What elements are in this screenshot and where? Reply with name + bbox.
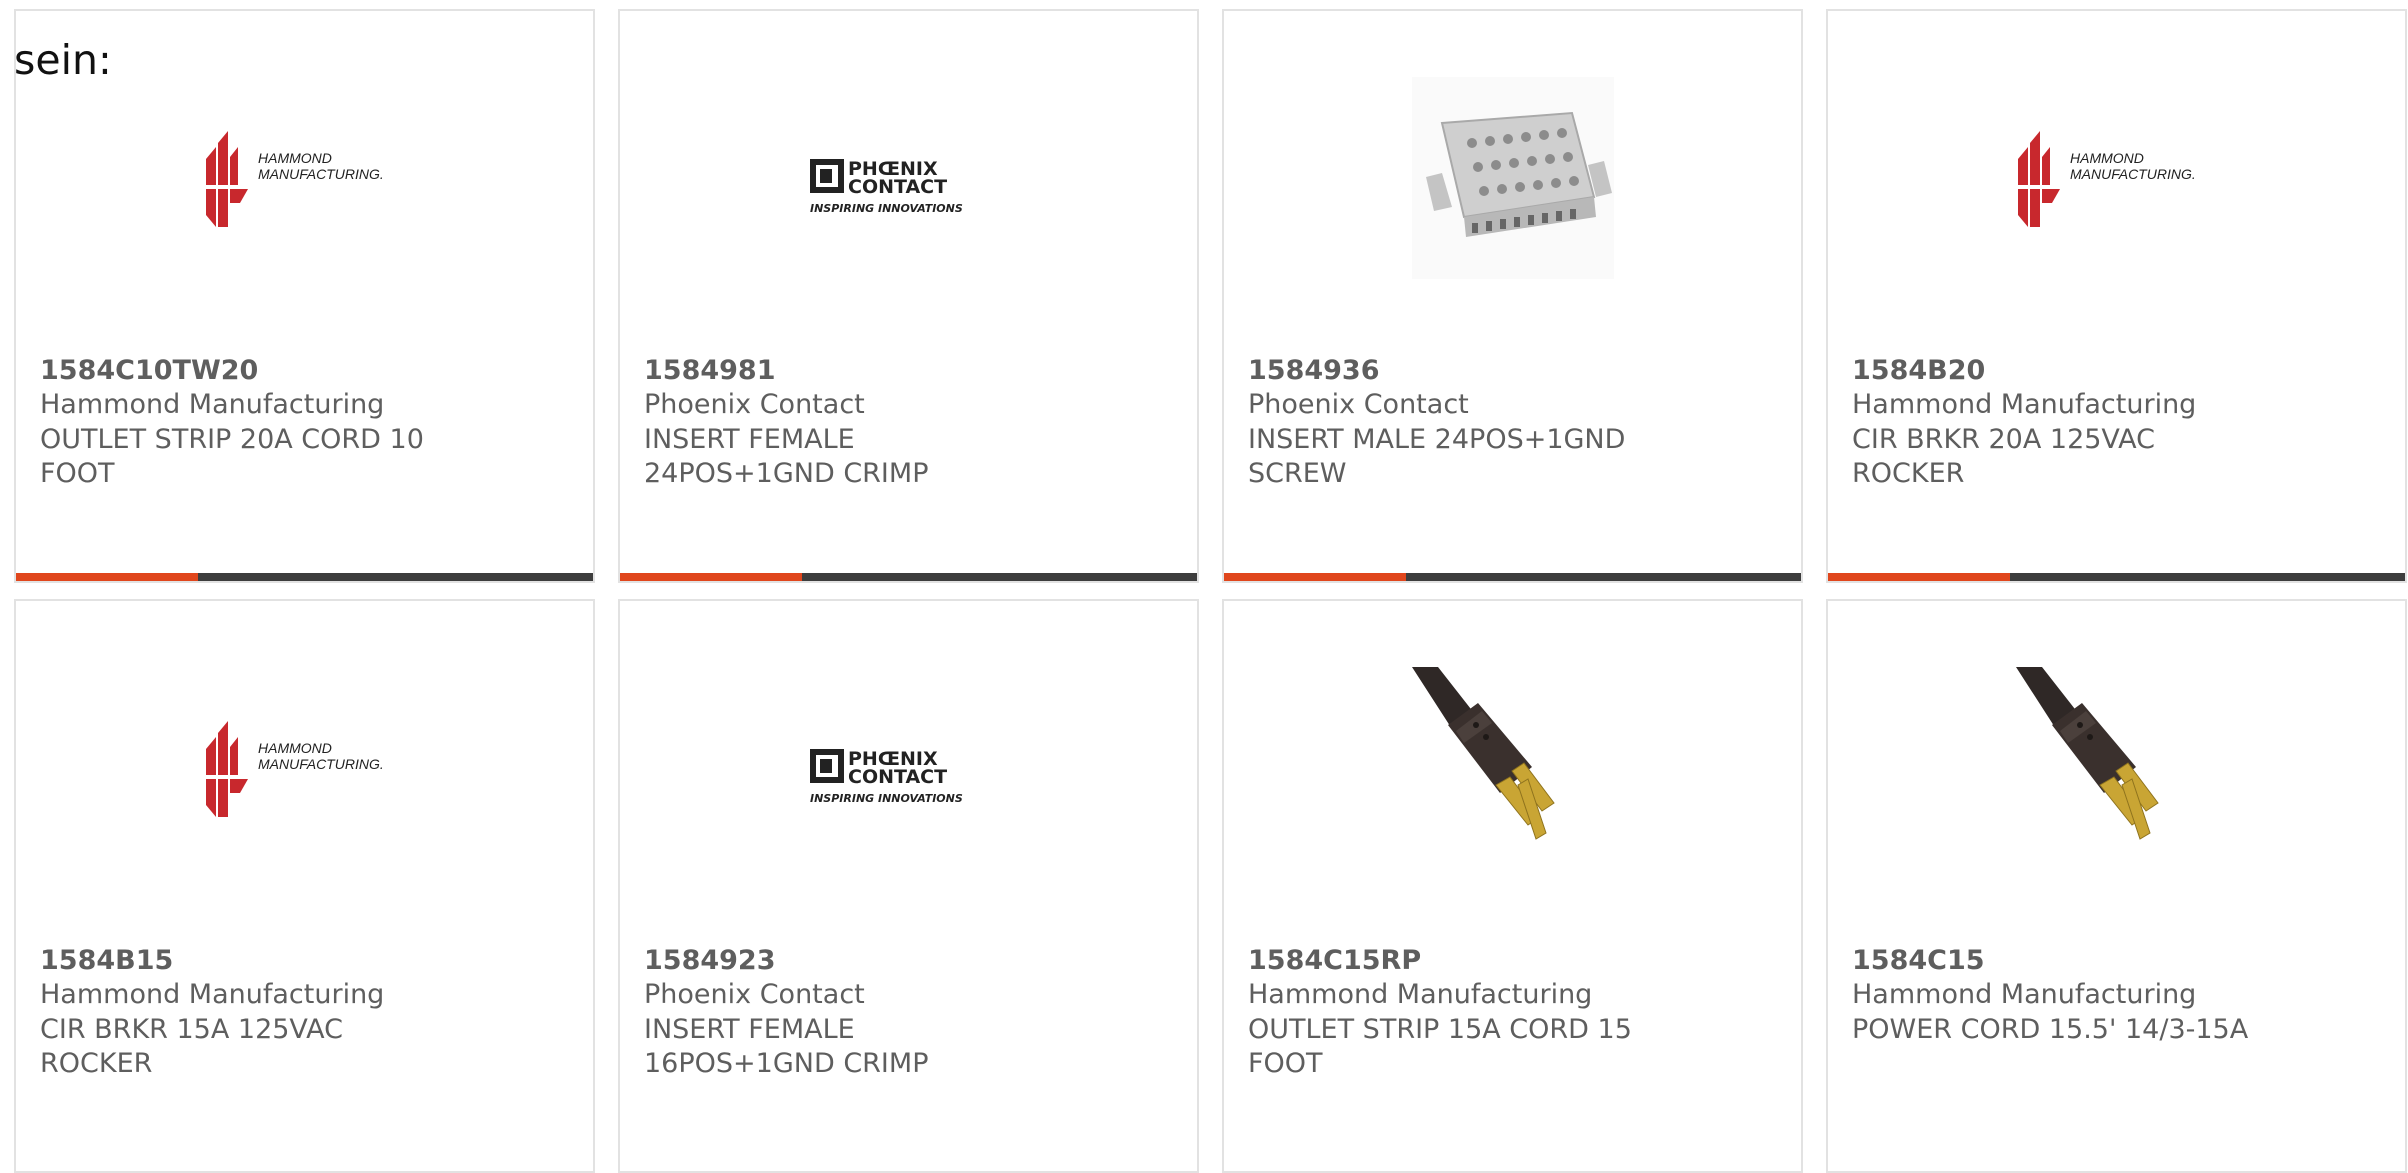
part-number: 1584981 — [644, 355, 776, 386]
card-accent-bar — [16, 573, 593, 581]
part-number: 1584C10TW20 — [40, 355, 259, 386]
svg-text:HAMMOND: HAMMOND — [258, 150, 332, 166]
svg-text:MANUFACTURING.: MANUFACTURING. — [258, 166, 384, 182]
product-card[interactable]: HAMMOND MANUFACTURING. 1584B20 Hammond M… — [1826, 9, 2407, 583]
description: OUTLET STRIP 15A CORD 15 FOOT — [1248, 1014, 1632, 1079]
connector-insert-photo-icon — [1411, 77, 1614, 279]
description: INSERT MALE 24POS+1GND SCREW — [1248, 424, 1626, 489]
card-accent-bar — [1224, 573, 1801, 581]
product-grid: HAMMOND MANUFACTURING. 1584C10TW20 Hammo… — [14, 9, 2407, 1173]
part-number: 1584C15 — [1852, 945, 1985, 976]
manufacturer: Phoenix Contact — [1248, 389, 1469, 420]
manufacturer: Hammond Manufacturing — [40, 979, 385, 1010]
svg-text:MANUFACTURING.: MANUFACTURING. — [2070, 166, 2196, 182]
description: INSERT FEMALE 16POS+1GND CRIMP — [644, 1014, 929, 1079]
manufacturer: Phoenix Contact — [644, 389, 865, 420]
phoenix-contact-logo-icon: PHŒNIX CONTACT INSPIRING INNOVATIONS — [808, 77, 1010, 279]
card-accent-bar — [1828, 573, 2405, 581]
svg-text:INSPIRING INNOVATIONS: INSPIRING INNOVATIONS — [810, 202, 963, 215]
svg-text:MANUFACTURING.: MANUFACTURING. — [258, 756, 384, 772]
description: INSERT FEMALE 24POS+1GND CRIMP — [644, 424, 929, 489]
svg-text:CONTACT: CONTACT — [848, 766, 947, 788]
phoenix-contact-logo-icon: PHŒNIX CONTACT INSPIRING INNOVATIONS — [808, 667, 1010, 869]
part-number: 1584B15 — [40, 945, 174, 976]
product-card[interactable]: HAMMOND MANUFACTURING. 1584B15 Hammond M… — [14, 599, 595, 1173]
svg-text:CONTACT: CONTACT — [848, 176, 947, 198]
manufacturer: Phoenix Contact — [644, 979, 865, 1010]
hammond-logo-icon: HAMMOND MANUFACTURING. — [204, 77, 406, 279]
svg-text:HAMMOND: HAMMOND — [258, 740, 332, 756]
product-card[interactable]: HAMMOND MANUFACTURING. 1584C10TW20 Hammo… — [14, 9, 595, 583]
manufacturer: Hammond Manufacturing — [1852, 979, 2197, 1010]
card-accent-bar — [620, 573, 1197, 581]
svg-text:HAMMOND: HAMMOND — [2070, 150, 2144, 166]
part-number: 1584C15RP — [1248, 945, 1422, 976]
manufacturer: Hammond Manufacturing — [1248, 979, 1593, 1010]
hammond-logo-icon: HAMMOND MANUFACTURING. — [2016, 77, 2218, 279]
description: CIR BRKR 20A 125VAC ROCKER — [1852, 424, 2156, 489]
description: OUTLET STRIP 20A CORD 10 FOOT — [40, 424, 424, 489]
svg-text:INSPIRING INNOVATIONS: INSPIRING INNOVATIONS — [810, 792, 963, 805]
manufacturer: Hammond Manufacturing — [1852, 389, 2197, 420]
product-card[interactable]: 1584C15 Hammond Manufacturing POWER CORD… — [1826, 599, 2407, 1173]
lead-text: sein: — [14, 36, 112, 84]
product-card[interactable]: 1584936 Phoenix Contact INSERT MALE 24PO… — [1222, 9, 1803, 583]
part-number: 1584923 — [644, 945, 776, 976]
power-plug-photo-icon — [1411, 667, 1614, 869]
description: CIR BRKR 15A 125VAC ROCKER — [40, 1014, 344, 1079]
product-card[interactable]: 1584C15RP Hammond Manufacturing OUTLET S… — [1222, 599, 1803, 1173]
power-plug-photo-icon — [2015, 667, 2218, 869]
part-number: 1584B20 — [1852, 355, 1986, 386]
hammond-logo-icon: HAMMOND MANUFACTURING. — [204, 667, 406, 869]
manufacturer: Hammond Manufacturing — [40, 389, 385, 420]
product-card[interactable]: PHŒNIX CONTACT INSPIRING INNOVATIONS 158… — [618, 9, 1199, 583]
part-number: 1584936 — [1248, 355, 1380, 386]
product-card[interactable]: PHŒNIX CONTACT INSPIRING INNOVATIONS 158… — [618, 599, 1199, 1173]
description: POWER CORD 15.5' 14/3-15A — [1852, 1014, 2249, 1045]
